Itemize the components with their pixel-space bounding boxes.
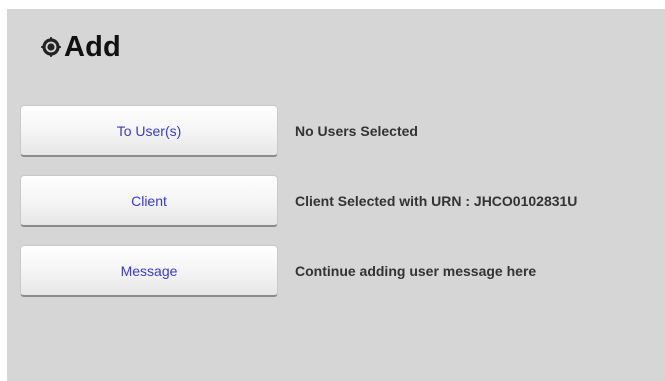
add-panel: Add To User(s) No Users Selected Client …	[7, 9, 665, 381]
gear-icon	[40, 36, 62, 58]
to-users-button[interactable]: To User(s)	[20, 105, 278, 157]
panel-header: Add	[40, 27, 121, 67]
message-button[interactable]: Message	[20, 245, 278, 297]
client-row: Client Client Selected with URN : JHCO01…	[20, 174, 660, 228]
client-status-text: Client Selected with URN : JHCO0102831U	[295, 193, 578, 209]
users-status-text: No Users Selected	[295, 123, 418, 139]
page-title: Add	[64, 30, 121, 63]
to-users-row: To User(s) No Users Selected	[20, 104, 660, 158]
client-button[interactable]: Client	[20, 175, 278, 227]
message-status-text: Continue adding user message here	[295, 263, 537, 279]
message-row: Message Continue adding user message her…	[20, 244, 660, 298]
